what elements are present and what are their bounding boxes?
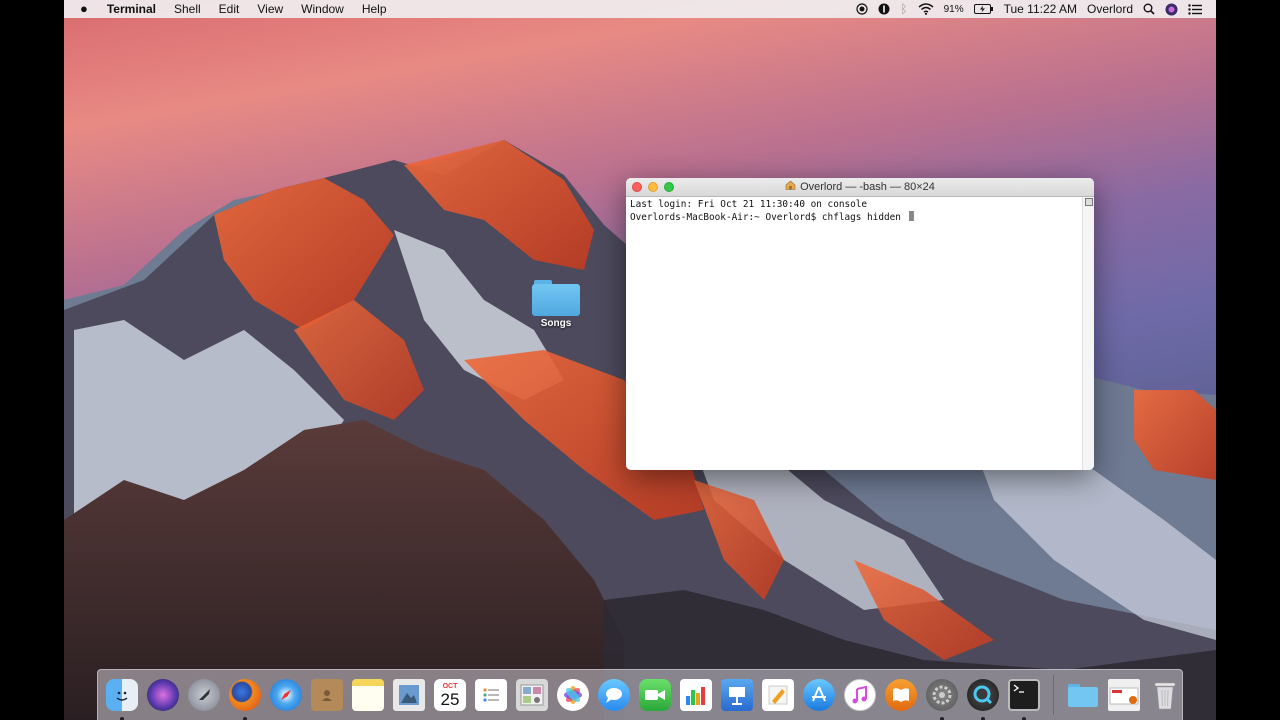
clock[interactable]: Tue 11:22 AM <box>1004 2 1077 16</box>
dock-photo-booth[interactable] <box>514 677 550 713</box>
dock-system-preferences[interactable] <box>924 677 960 720</box>
menu-shell[interactable]: Shell <box>165 0 210 18</box>
dock-pages[interactable] <box>760 677 796 713</box>
desktop-folder-songs[interactable]: Songs <box>530 278 582 329</box>
siri-icon[interactable] <box>1165 3 1178 16</box>
wifi-icon[interactable] <box>918 3 934 15</box>
siri-dock-icon <box>147 679 179 711</box>
menu-app-terminal[interactable]: Terminal <box>98 0 165 18</box>
dock-keynote[interactable] <box>719 677 755 713</box>
rocket-icon <box>188 679 220 711</box>
quicktime-icon <box>967 679 999 711</box>
folder-label: Songs <box>540 318 572 329</box>
zoom-button[interactable] <box>664 182 674 192</box>
dock-firefox[interactable] <box>227 677 263 720</box>
menu-edit[interactable]: Edit <box>210 0 249 18</box>
dock-facetime[interactable] <box>637 677 673 713</box>
menu-bar: ● Terminal Shell Edit View Window Help ᛒ… <box>64 0 1216 18</box>
downloads-stack-icon <box>1108 679 1140 711</box>
app-store-icon <box>803 679 835 711</box>
info-icon[interactable] <box>878 3 890 15</box>
dock-ibooks[interactable] <box>883 677 919 713</box>
folder-icon <box>532 278 580 316</box>
messages-bubble-icon <box>598 679 630 711</box>
preview-photo-icon <box>393 679 425 711</box>
music-note-icon <box>844 679 876 711</box>
dock-safari[interactable] <box>268 677 304 713</box>
terminal-window[interactable]: Overlord — -bash — 80×24 Last login: Fri… <box>626 178 1094 470</box>
dock-reminders[interactable] <box>473 677 509 713</box>
facetime-camera-icon <box>639 679 671 711</box>
menu-window[interactable]: Window <box>292 0 353 18</box>
terminal-scrollbar[interactable] <box>1082 197 1094 470</box>
dock-trash[interactable] <box>1147 677 1183 713</box>
terminal-title: Overlord — -bash — 80×24 <box>800 181 935 193</box>
terminal-command: Overlords-MacBook-Air:~ Overlord$ chflag… <box>630 211 907 223</box>
apple-menu-icon[interactable]: ● <box>64 0 98 18</box>
dock-launchpad[interactable] <box>186 677 222 713</box>
bluetooth-icon[interactable]: ᛒ <box>900 2 907 16</box>
dock-downloads[interactable] <box>1106 677 1142 713</box>
photo-booth-icon <box>516 679 548 711</box>
dock-quicktime[interactable] <box>965 677 1001 720</box>
minimize-button[interactable] <box>648 182 658 192</box>
dock-photos[interactable] <box>555 677 591 713</box>
terminal-prompt-icon <box>1008 679 1040 711</box>
dock-folder[interactable] <box>1065 677 1101 713</box>
dock-terminal[interactable] <box>1006 677 1042 720</box>
terminal-line-prompt: Overlords-MacBook-Air:~ Overlord$ chflag… <box>630 210 1080 224</box>
compass-icon <box>270 679 302 711</box>
terminal-output[interactable]: Last login: Fri Oct 21 11:30:40 on conso… <box>630 199 1080 470</box>
finder-icon <box>106 679 138 711</box>
notes-icon <box>352 679 384 711</box>
terminal-line-login: Last login: Fri Oct 21 11:30:40 on conso… <box>630 199 868 210</box>
folder-stack-icon <box>1067 679 1099 711</box>
close-button[interactable] <box>632 182 642 192</box>
firefox-icon <box>229 679 261 711</box>
calendar-day: 25 <box>440 690 460 709</box>
pages-pen-icon <box>762 679 794 711</box>
user-name[interactable]: Overlord <box>1087 2 1133 16</box>
dock-contacts[interactable] <box>309 677 345 713</box>
home-folder-icon <box>785 178 796 196</box>
dock: OCT 25 <box>97 669 1183 720</box>
dock-app-store[interactable] <box>801 677 837 713</box>
reminders-list-icon <box>475 679 507 711</box>
trash-icon <box>1149 679 1181 711</box>
contacts-book-icon <box>311 679 343 711</box>
dock-siri[interactable] <box>145 677 181 713</box>
dock-numbers[interactable] <box>678 677 714 713</box>
dock-finder[interactable] <box>104 677 140 720</box>
scroll-split-icon[interactable] <box>1085 198 1093 206</box>
dock-notes[interactable] <box>350 677 386 713</box>
terminal-cursor <box>908 210 914 221</box>
spotlight-search-icon[interactable] <box>1143 3 1155 15</box>
record-icon[interactable] <box>856 3 868 15</box>
dock-calendar[interactable]: OCT 25 <box>432 677 468 713</box>
gear-icon <box>926 679 958 711</box>
book-icon <box>885 679 917 711</box>
battery-icon[interactable] <box>973 4 994 14</box>
terminal-titlebar[interactable]: Overlord — -bash — 80×24 <box>626 178 1094 197</box>
numbers-chart-icon <box>680 679 712 711</box>
dock-separator <box>1053 675 1054 715</box>
calendar-icon: OCT 25 <box>434 679 466 711</box>
menu-help[interactable]: Help <box>353 0 396 18</box>
photos-flower-icon <box>557 679 589 711</box>
keynote-podium-icon <box>721 679 753 711</box>
dock-itunes[interactable] <box>842 677 878 713</box>
battery-percent: 91% <box>943 3 964 15</box>
dock-preview[interactable] <box>391 677 427 713</box>
notification-center-icon[interactable] <box>1188 3 1202 15</box>
menu-view[interactable]: View <box>248 0 292 18</box>
dock-messages[interactable] <box>596 677 632 713</box>
desktop-screen: ● Terminal Shell Edit View Window Help ᛒ… <box>64 0 1216 720</box>
